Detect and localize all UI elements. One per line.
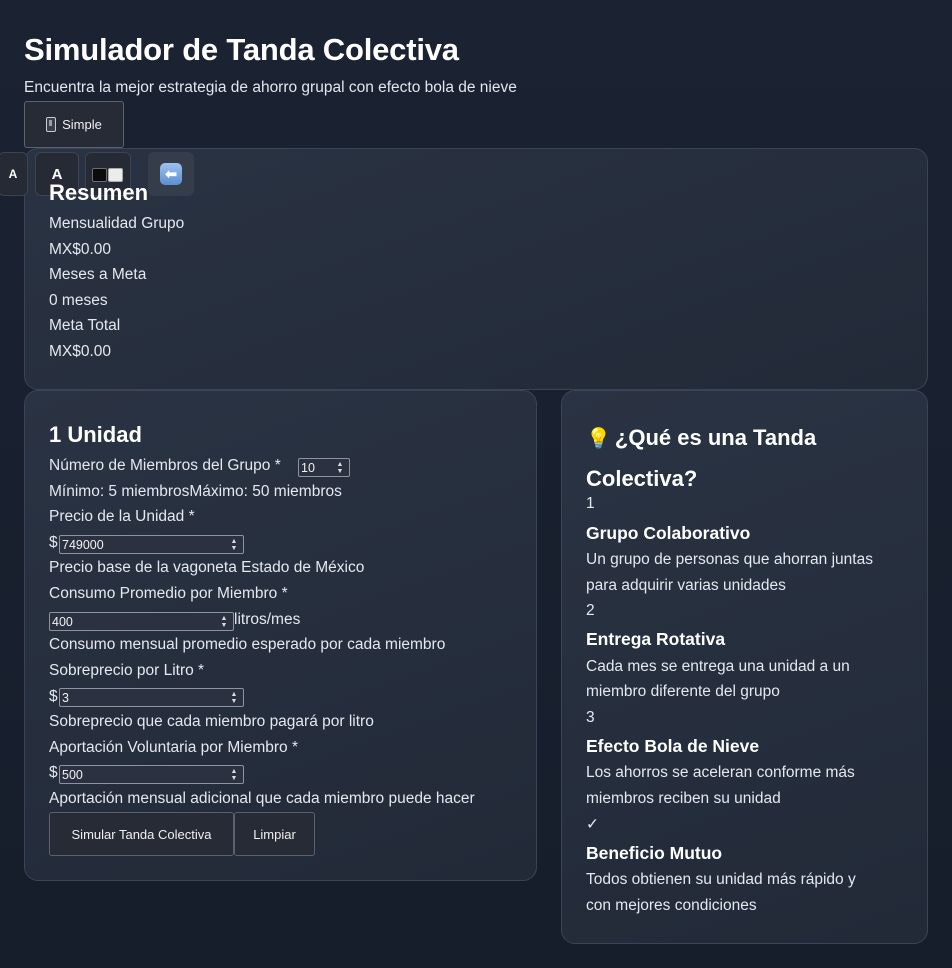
consumption-unit: litros/mes: [234, 611, 301, 628]
info-title: ¿Qué es una Tanda Colectiva?: [586, 425, 817, 491]
summary-value-goal: MX$0.00: [49, 343, 112, 360]
step-heading: Entrega Rotativa: [586, 629, 726, 649]
price-currency-symbol: $: [49, 534, 58, 551]
surcharge-label: Sobreprecio por Litro *: [49, 662, 205, 679]
members-spinner-icon[interactable]: ▲ ▼: [335, 460, 345, 475]
members-input[interactable]: 10 ▲ ▼: [298, 458, 350, 477]
page: Simulador de Tanda Colectiva Encuentra l…: [0, 0, 952, 968]
step-text: Todos obtienen su unidad más rápido y: [586, 871, 856, 888]
summary-label-monthly: Mensualidad Grupo: [49, 215, 185, 232]
clear-button[interactable]: Limpiar: [234, 812, 315, 856]
surcharge-hint: Sobreprecio que cada miembro pagará por …: [49, 713, 374, 730]
back-button[interactable]: ⬅: [148, 152, 194, 196]
surcharge-input[interactable]: 3 ▲ ▼: [59, 688, 244, 707]
surcharge-spinner-icon[interactable]: ▲ ▼: [229, 690, 239, 705]
voluntary-input[interactable]: 500 ▲ ▼: [59, 765, 244, 784]
step-heading: Beneficio Mutuo: [586, 843, 723, 863]
simple-mode-label: Simple: [62, 117, 102, 132]
step-text: para adquirir varias unidades: [586, 577, 786, 594]
consumption-value: 400: [52, 614, 73, 629]
step-heading: Grupo Colaborativo: [586, 523, 751, 543]
price-input[interactable]: 749000 ▲ ▼: [59, 535, 244, 554]
surcharge-value: 3: [62, 690, 69, 705]
consumption-spinner-icon[interactable]: ▲ ▼: [219, 614, 229, 629]
step-text: miembro diferente del grupo: [586, 683, 780, 700]
summary-title: Resumen: [49, 180, 149, 205]
price-value: 749000: [62, 537, 104, 552]
step-text: miembros reciben su unidad: [586, 790, 781, 807]
lightbulb-icon: 💡: [586, 428, 611, 450]
decrease-font-label: A: [8, 167, 18, 181]
step-text: Los ahorros se aceleran conforme más: [586, 764, 855, 781]
members-range-hint: Mínimo: 5 miembrosMáximo: 50 miembros: [49, 483, 342, 500]
consumption-hint: Consumo mensual promedio esperado por ca…: [49, 636, 446, 653]
page-title: Simulador de Tanda Colectiva: [24, 32, 459, 67]
price-label: Precio de la Unidad *: [49, 508, 195, 525]
summary-label-goal: Meta Total: [49, 317, 121, 334]
consumption-input[interactable]: 400 ▲ ▼: [49, 612, 234, 631]
summary-label-months: Meses a Meta: [49, 266, 147, 283]
step-marker: 1: [586, 495, 595, 512]
step-marker: 2: [586, 602, 595, 619]
price-hint: Precio base de la vagoneta Estado de Méx…: [49, 559, 365, 576]
page-subtitle: Encuentra la mejor estrategia de ahorro …: [24, 79, 517, 96]
consumption-label: Consumo Promedio por Miembro *: [49, 585, 288, 602]
voluntary-value: 500: [62, 767, 83, 782]
voluntary-hint: Aportación mensual adicional que cada mi…: [49, 790, 475, 807]
left-arrow-icon: ⬅: [160, 163, 182, 185]
surcharge-currency-symbol: $: [49, 688, 58, 705]
decrease-font-button[interactable]: A: [0, 152, 28, 196]
summary-value-monthly: MX$0.00: [49, 241, 112, 258]
members-value: 10: [301, 460, 315, 475]
simulate-button[interactable]: Simular Tanda Colectiva: [49, 812, 234, 856]
step-marker: 3: [586, 709, 595, 726]
voluntary-label: Aportación Voluntaria por Miembro *: [49, 739, 298, 756]
form-title: 1 Unidad: [49, 422, 142, 447]
step-text: Un grupo de personas que ahorran juntas: [586, 551, 873, 568]
check-icon: ✓: [586, 816, 599, 833]
voluntary-currency-symbol: $: [49, 764, 58, 781]
price-spinner-icon[interactable]: ▲ ▼: [229, 537, 239, 552]
step-heading: Efecto Bola de Nieve: [586, 736, 760, 756]
info-title-block: 💡 ¿Qué es una Tanda Colectiva?: [586, 418, 886, 498]
simple-mode-button[interactable]: Simple: [24, 101, 124, 148]
mobile-phone-icon: [46, 117, 57, 132]
members-label: Número de Miembros del Grupo *: [49, 457, 281, 474]
voluntary-spinner-icon[interactable]: ▲ ▼: [229, 767, 239, 782]
step-text: Cada mes se entrega una unidad a un: [586, 658, 850, 675]
step-text: con mejores condiciones: [586, 897, 757, 914]
summary-value-months: 0 meses: [49, 292, 108, 309]
